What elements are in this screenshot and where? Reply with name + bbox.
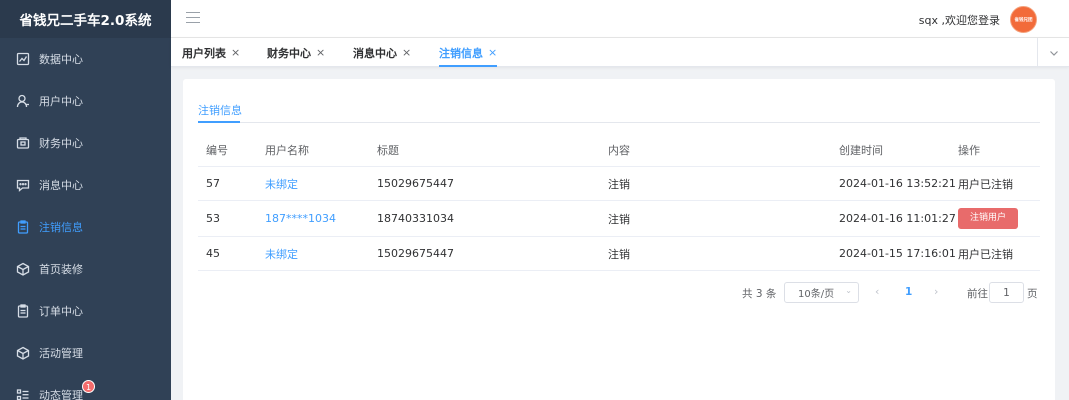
tabs-bar: 用户列表 × 财务中心 × 消息中心 × 注销信息 × [171,38,1069,67]
tab-cancellation-info[interactable]: 注销信息 × [439,38,498,67]
avatar[interactable]: 省钱兄团 [1010,6,1037,33]
cell-status-text: 用户已注销 [958,247,1013,261]
pagination: 共 3 条 10条/页 ⌄ ‹ 1 › 前往 页 [183,281,1055,303]
sidebar-item-order-center[interactable]: 订单中心 [0,290,171,332]
hamburger-menu-icon[interactable] [186,12,200,26]
top-header: sqx ,欢迎您登录 省钱兄团 [171,0,1069,38]
notification-badge: 1 [82,380,96,393]
cell-created-time: 2024-01-16 13:52:21 [839,177,956,190]
tabs-dropdown-button[interactable] [1037,38,1069,67]
column-header-created-time: 创建时间 [839,143,883,157]
clipboard-icon [17,304,29,318]
sidebar-item-label: 动态管理 [39,389,83,400]
page-suffix: 页 [1027,288,1038,300]
sidebar-item-cancellation-info[interactable]: 注销信息 [0,206,171,248]
cell-id: 57 [206,177,220,190]
sidebar-item-label: 消息中心 [39,179,83,192]
cell-created-time: 2024-01-16 11:01:27 [839,212,956,225]
divider [198,122,1040,123]
tab-finance-center[interactable]: 财务中心 × [267,38,325,67]
cell-id: 53 [206,212,220,225]
tab-label: 消息中心 [353,46,397,60]
column-header-actions: 操作 [958,143,980,157]
page-size-select[interactable]: 10条/页 ⌄ [784,282,859,303]
close-icon[interactable]: × [316,46,325,59]
cube-icon [16,262,30,276]
cell-content: 注销 [608,212,630,226]
goto-label: 前往 [967,288,988,300]
tab-label: 用户列表 [182,46,226,60]
clipboard-icon [17,220,29,234]
column-header-content: 内容 [608,143,630,157]
sidebar-item-activity-management[interactable]: 活动管理 [0,332,171,374]
sidebar-item-message-center[interactable]: 消息中心 [0,164,171,206]
table-row: 57 未绑定 15029675447 注销 2024-01-16 13:52:2… [198,167,1040,201]
column-header-id: 编号 [206,143,228,157]
cell-actions: 注销用户 [958,201,1019,236]
cell-username-link[interactable]: 187****1034 [265,201,336,236]
cell-content: 注销 [608,177,630,191]
next-page-button[interactable]: › [934,285,938,298]
cell-title: 15029675447 [377,247,454,260]
sidebar-item-feed-management[interactable]: 动态管理 1 [0,374,171,400]
sidebar-item-label: 首页装修 [39,263,83,276]
sidebar-item-label: 活动管理 [39,347,83,360]
column-header-username: 用户名称 [265,143,309,157]
cell-id: 45 [206,247,220,260]
table-row: 53 187****1034 18740331034 注销 2024-01-16… [198,201,1040,237]
close-icon[interactable]: × [231,46,240,59]
user-icon [16,94,29,108]
avatar-text: 省钱兄团 [1014,17,1033,23]
sidebar-item-data-center[interactable]: 数据中心 [0,38,171,80]
cell-created-time: 2024-01-15 17:16:01 [839,247,956,260]
list-icon [16,389,29,400]
sidebar-item-user-center[interactable]: 用户中心 [0,80,171,122]
cell-title: 15029675447 [377,177,454,190]
tab-message-center[interactable]: 消息中心 × [353,38,411,67]
close-icon[interactable]: × [402,46,411,59]
cancellation-table: 编号 用户名称 标题 内容 创建时间 操作 57 未绑定 15029675447… [198,133,1040,271]
cell-content: 注销 [608,247,630,261]
cube-icon [16,346,30,360]
prev-page-button[interactable]: ‹ [875,285,879,298]
sidebar-item-label: 财务中心 [39,137,83,150]
column-header-title: 标题 [377,143,399,157]
sidebar-item-label: 注销信息 [39,221,83,234]
cancel-user-button[interactable]: 注销用户 [958,208,1019,229]
pagination-total: 共 3 条 [742,288,777,300]
goto-page-input[interactable] [989,282,1024,303]
tab-user-list[interactable]: 用户列表 × [182,38,240,67]
table-header-row: 编号 用户名称 标题 内容 创建时间 操作 [198,133,1040,167]
message-icon [16,179,30,192]
tab-label: 注销信息 [439,46,483,60]
chevron-down-icon: ⌄ [845,286,852,295]
sidebar-item-homepage-decoration[interactable]: 首页装修 [0,248,171,290]
sidebar-item-label: 数据中心 [39,53,83,66]
chevron-down-icon [1049,50,1058,56]
cell-username-link[interactable]: 未绑定 [265,237,298,270]
active-tab-indicator [198,121,240,123]
app-title: 省钱兄二手车2.0系统 [0,0,171,38]
inner-tab-cancellation-info[interactable]: 注销信息 [198,102,242,118]
cell-title: 18740331034 [377,212,454,225]
wallet-icon [16,137,30,149]
sidebar: 省钱兄二手车2.0系统 数据中心 用户中心 财务中心 消息中心 注销信息 首页装… [0,0,171,400]
tab-label: 财务中心 [267,46,311,60]
sidebar-item-label: 用户中心 [39,95,83,108]
chart-icon [16,52,30,66]
close-icon[interactable]: × [488,46,497,59]
sidebar-item-finance-center[interactable]: 财务中心 [0,122,171,164]
cell-status-text: 用户已注销 [958,177,1013,191]
welcome-text: sqx ,欢迎您登录 [918,14,1000,27]
content-card: 注销信息 编号 用户名称 标题 内容 创建时间 操作 57 未绑定 150296… [183,79,1055,400]
cell-username-link[interactable]: 未绑定 [265,167,298,200]
page-size-value: 10条/页 [798,289,835,300]
page-number-current[interactable]: 1 [905,286,912,298]
table-row: 45 未绑定 15029675447 注销 2024-01-15 17:16:0… [198,237,1040,271]
sidebar-item-label: 订单中心 [39,305,83,318]
